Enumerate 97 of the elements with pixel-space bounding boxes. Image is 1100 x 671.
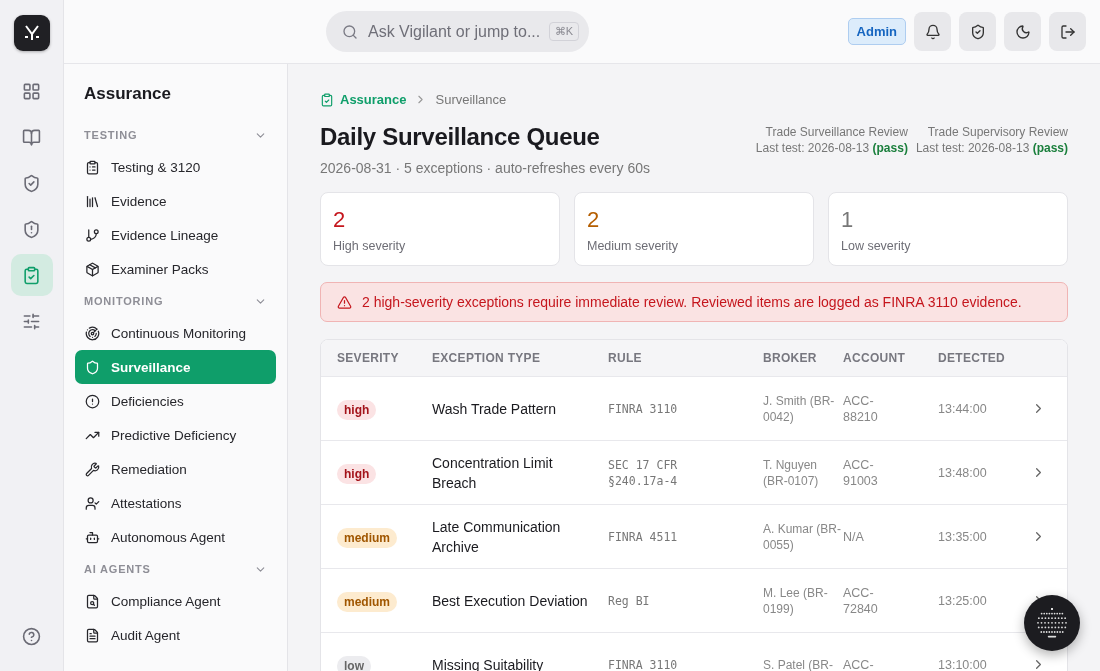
table-cell-text: 13:25:00 [938, 592, 988, 609]
table-cell-text: M. Lee (BR-0199) [763, 584, 829, 617]
alert-circle-icon [85, 393, 100, 409]
test-result: Last test: 2026-08-13 (pass) [915, 140, 1068, 156]
severity-badge: low [337, 655, 371, 671]
stat-value: 2 [587, 207, 601, 233]
table-cell-text: Best Execution Deviation [432, 591, 589, 611]
table-cell-text: A. Kumar (BR-0055) [763, 520, 842, 553]
clipboard-check-icon [22, 265, 41, 285]
table-cell-text: SEC 17 CFR §240.17a-4 [608, 456, 679, 489]
test-result: Last test: 2026-08-13 (pass) [755, 140, 908, 156]
table-cell-text: 13:35:00 [938, 528, 988, 545]
severity-badge: medium [337, 591, 397, 612]
stat-label: High severity [333, 239, 407, 253]
nav-item[interactable]: Testing & 3120 [75, 150, 276, 184]
column-header: EXCEPTION TYPE [432, 351, 542, 365]
stat-label: Medium severity [587, 239, 679, 253]
clipboard-check-icon [320, 92, 334, 107]
alert-text: 2 high-severity exceptions require immediate review. Reviewed items are logged as FINRA 3110 evidence. [362, 294, 1022, 310]
search-icon [342, 23, 358, 40]
logout-button[interactable] [1049, 12, 1086, 51]
test-name: Trade Surveillance Review [764, 124, 908, 140]
table-cell-text: ACC-72840 [843, 584, 879, 617]
table-cell-text: T. Nguyen (BR-0107) [763, 456, 820, 489]
table-cell-text: 13:48:00 [938, 464, 988, 481]
nav-item[interactable]: Compliance Agent [75, 584, 276, 618]
column-header: ACCOUNT [843, 351, 907, 365]
shield-check-icon [22, 173, 41, 193]
table-cell-text: ACC- [843, 656, 875, 671]
bell-icon [924, 23, 941, 40]
breadcrumb-current: Surveillance [435, 92, 507, 107]
severity-badge: high [337, 399, 377, 420]
column-header: DETECTED [938, 351, 1007, 365]
theme-button[interactable] [1004, 12, 1041, 51]
moon-icon [1014, 23, 1031, 40]
package-icon [85, 261, 100, 277]
stat-value: 2 [333, 207, 347, 233]
library-icon [85, 193, 100, 209]
table-cell-text: FINRA 3110 [608, 400, 679, 417]
stat-value: 1 [841, 207, 855, 233]
table-cell-text: J. Smith (BR-0042) [763, 392, 836, 425]
page-subtitle: 2026-08-31 · 5 exceptions · auto-refreshes every 60s [320, 160, 650, 176]
table-cell-text: N/A [843, 528, 865, 545]
app-logo[interactable] [13, 15, 50, 51]
table-cell-text: 13:44:00 [938, 400, 988, 417]
user-check-icon [85, 495, 100, 511]
notifications-button[interactable] [914, 12, 951, 51]
search-field[interactable]: Ask Vigilant or jump to... [366, 11, 541, 52]
shield-check-icon [969, 23, 986, 40]
wrench-icon [85, 461, 100, 477]
nav-item[interactable]: Remediation [75, 452, 276, 486]
role-badge: Admin [847, 18, 906, 45]
nav-item[interactable]: Continuous Monitoring [75, 316, 276, 350]
grid-icon [22, 81, 41, 101]
nav-item[interactable]: Attestations [75, 486, 276, 520]
table-cell-text: ACC-91003 [843, 456, 879, 489]
logout-icon [1059, 23, 1076, 40]
table-cell-text: S. Patel (BR- [763, 656, 835, 671]
column-header: RULE [608, 351, 643, 365]
column-header: SEVERITY [337, 351, 400, 365]
rail-button[interactable] [10, 254, 53, 296]
shortcut-hint: ⌘K [548, 22, 579, 41]
table-cell-text: Concentration Limit Breach [432, 453, 554, 493]
table-cell-text: FINRA 3110 [608, 656, 679, 671]
nav-item[interactable]: Deficiencies [75, 384, 276, 418]
table-cell-text: FINRA 4511 [608, 528, 679, 545]
nav-item[interactable]: Audit Agent [75, 618, 276, 652]
book-icon [22, 127, 41, 147]
sidebar-title: Assurance [83, 84, 172, 104]
table-cell-text: Late Communication Archive [432, 517, 562, 557]
help-icon [22, 626, 41, 646]
robot-icon [85, 529, 100, 545]
page-title: Daily Surveillance Queue [320, 123, 601, 151]
nav-item[interactable]: Evidence Lineage [75, 218, 276, 252]
severity-badge: medium [337, 527, 397, 548]
table-cell-text: Reg BI [608, 592, 651, 609]
table-cell-text: ACC-88210 [843, 392, 879, 425]
shield-alert-icon [22, 219, 41, 239]
nav-item[interactable]: Evidence [75, 184, 276, 218]
table-cell-text: 13:10:00 [938, 656, 988, 671]
nav-item[interactable]: Examiner Packs [75, 252, 276, 286]
clipboard-icon [85, 159, 100, 175]
column-header: BROKER [763, 351, 818, 365]
security-button[interactable] [959, 12, 996, 51]
severity-badge: high [337, 463, 377, 484]
sliders-icon [22, 311, 41, 331]
radar-icon [85, 325, 100, 341]
table-cell-text: Wash Trade Pattern [432, 399, 557, 419]
branch-icon [85, 227, 100, 243]
stat-label: Low severity [841, 239, 912, 253]
test-name: Trade Supervisory Review [926, 124, 1068, 140]
nav-item[interactable]: Autonomous Agent [75, 520, 276, 554]
shield-icon [85, 359, 100, 375]
warning-icon [337, 294, 352, 310]
file-search-icon [85, 593, 100, 609]
document-icon [85, 627, 100, 643]
nav-item[interactable]: Predictive Deficiency [75, 418, 276, 452]
